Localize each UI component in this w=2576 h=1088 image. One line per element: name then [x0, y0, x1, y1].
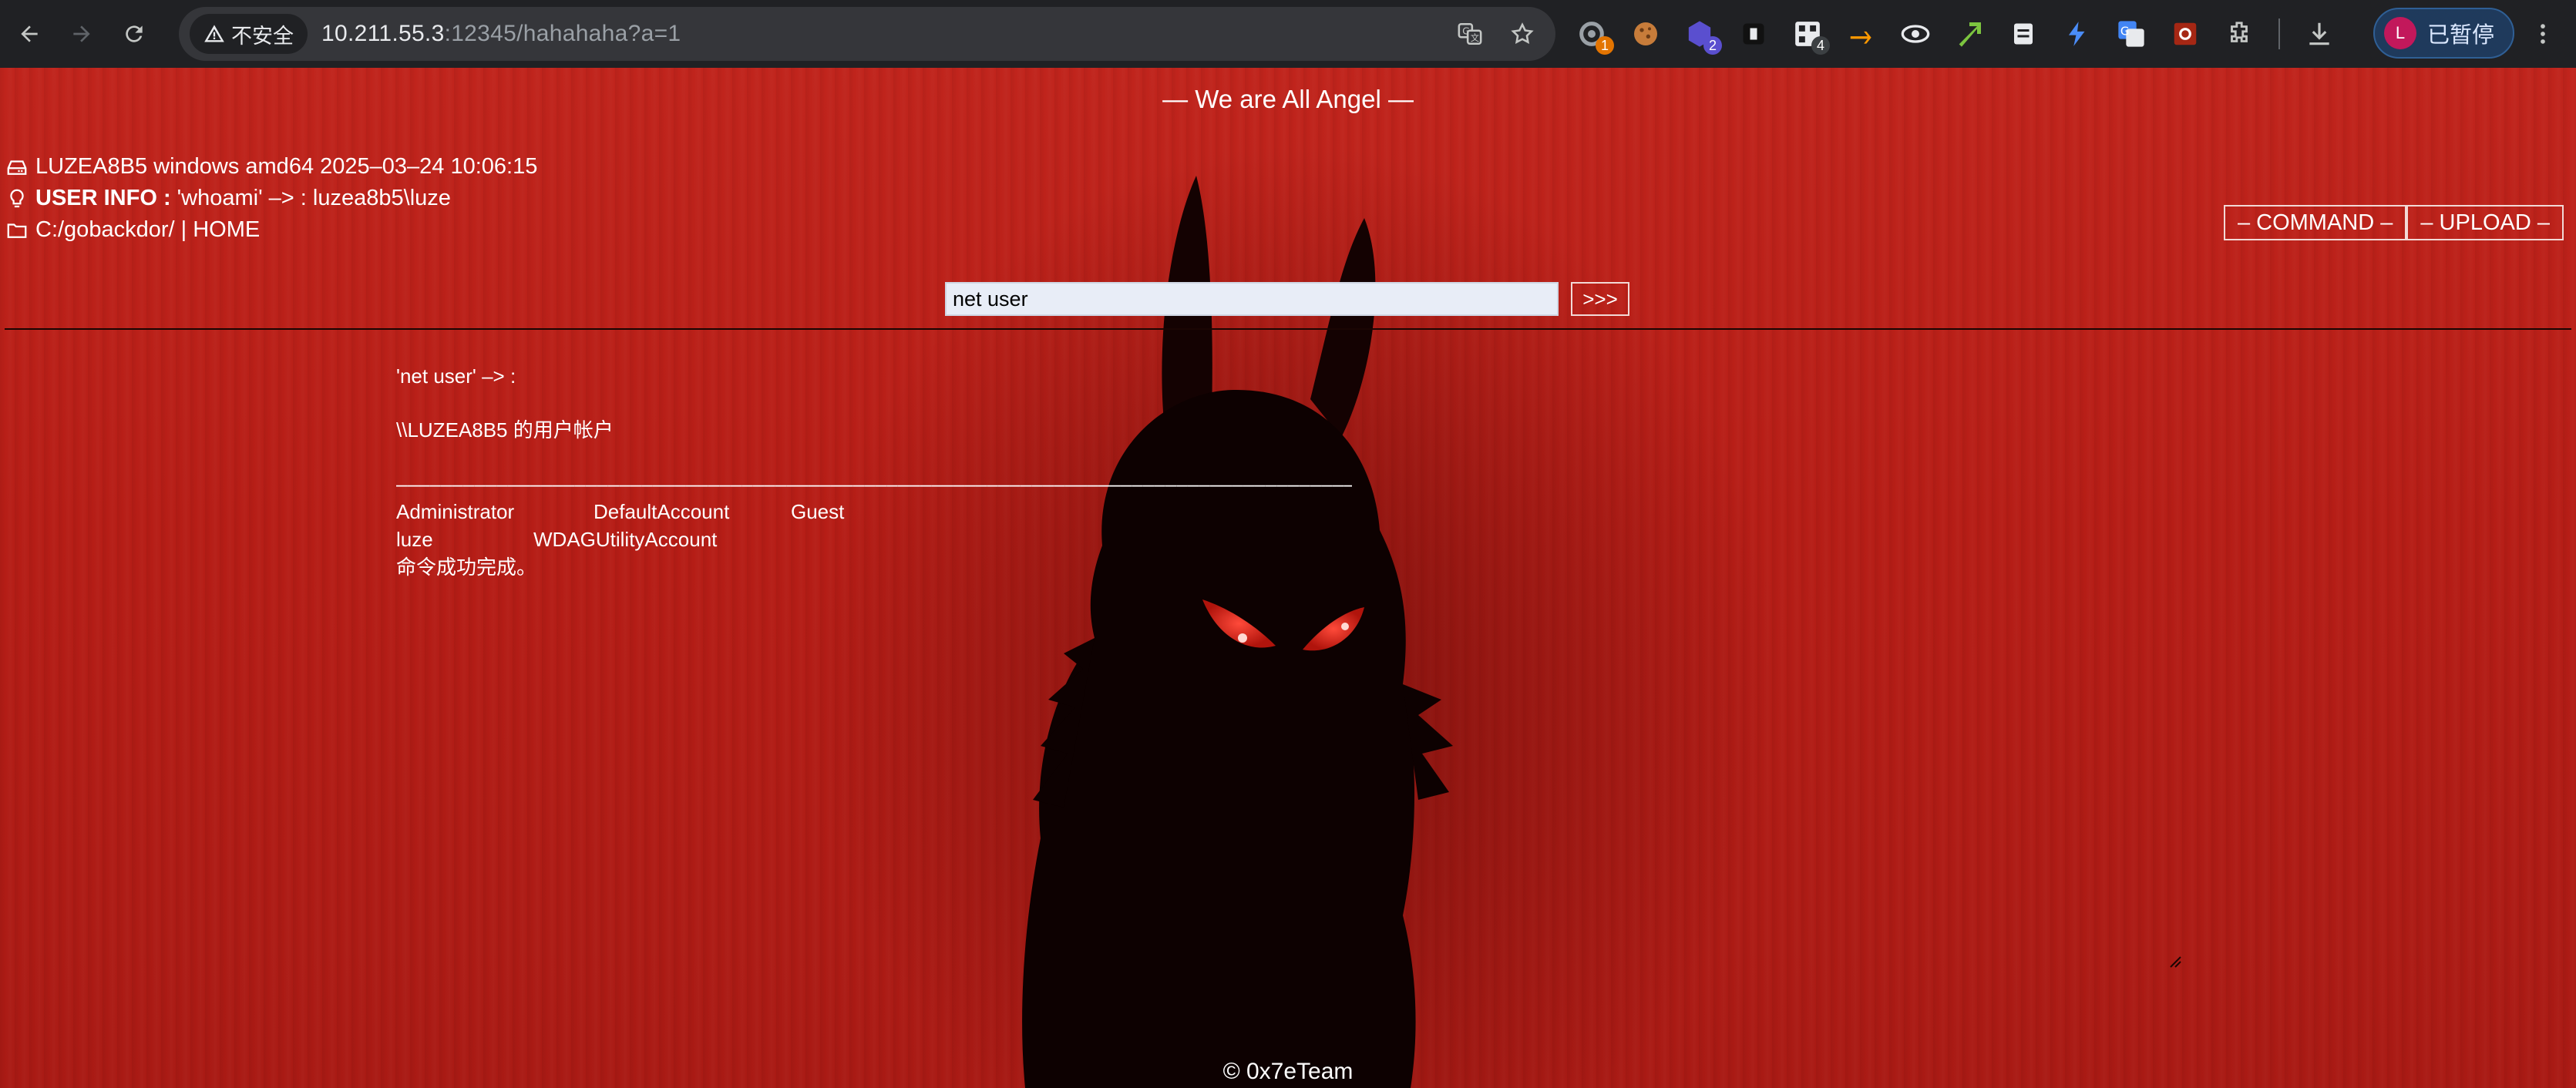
- svg-text:文: 文: [1471, 32, 1479, 43]
- profile-status-label: 已暂停: [2426, 23, 2494, 48]
- extension-badge: 2: [1703, 36, 1722, 55]
- user-info-line: USER INFO : 'whoami' –> : luzea8b5\luze: [5, 183, 537, 214]
- output-rule: ––––––––––––––––––––––––––––––––––––––––…: [396, 472, 1352, 495]
- browser-toolbar: 不安全 10.211.55.3:12345/hahahaha?a=1 G文 1 …: [0, 0, 2576, 68]
- extension-5[interactable]: 4: [1788, 15, 1830, 55]
- host-info-text: LUZEA8B5 windows amd64 2025–03–24 10:06:…: [35, 154, 538, 179]
- extension-6[interactable]: [1842, 15, 1881, 53]
- execute-button[interactable]: >>>: [1571, 282, 1629, 316]
- section-divider: [5, 328, 2571, 330]
- extension-green-arrow-icon: [1959, 22, 1981, 47]
- puzzle-icon: [2231, 22, 2248, 42]
- extension-1[interactable]: 1: [1572, 15, 1614, 55]
- output-cell: Administrator: [396, 500, 515, 523]
- output-cell: DefaultAccount: [594, 500, 730, 523]
- profile-button[interactable]: L 已暂停: [2373, 8, 2514, 59]
- system-info-panel: LUZEA8B5 windows amd64 2025–03–24 10:06:…: [5, 151, 537, 246]
- back-button[interactable]: [6, 11, 52, 57]
- svg-text:G: G: [2120, 25, 2130, 39]
- page-banner: — We are All Angel —: [1162, 85, 1414, 113]
- download-icon: [2309, 22, 2329, 45]
- output-blank-line: [396, 444, 2177, 470]
- arrow-left-icon: [21, 25, 38, 42]
- extension-badge: 1: [1596, 36, 1614, 55]
- copyright-footer: © 0x7eTeam: [1222, 1059, 1354, 1084]
- extension-11[interactable]: G: [2112, 15, 2151, 53]
- output-echo: 'net user' –> :: [396, 364, 516, 388]
- output-row: luze WDAGUtilityAccount: [396, 526, 2177, 553]
- translate-icon[interactable]: G文: [1454, 18, 1486, 50]
- lightbulb-icon: [5, 186, 29, 211]
- extension-square-icon: [1743, 23, 1764, 45]
- user-info-value: 'whoami' –> : luzea8b5\luze: [177, 186, 451, 210]
- extensions-bar: 1 2 4 G: [1572, 11, 2339, 57]
- extension-10[interactable]: [2058, 15, 2097, 53]
- extension-badge: 4: [1811, 36, 1830, 55]
- warning-icon: [204, 25, 224, 42]
- extension-bolt-icon: [2068, 22, 2085, 46]
- path-info-text[interactable]: C:/gobackdor/ | HOME: [35, 214, 260, 246]
- output-header: \\LUZEA8B5 的用户帐户: [396, 418, 614, 442]
- folder-icon: [5, 218, 29, 243]
- reload-icon: [126, 25, 143, 42]
- extension-7[interactable]: [1896, 15, 1935, 53]
- output-blank-line: [396, 390, 2177, 416]
- command-form: >>>: [945, 282, 1629, 316]
- downloads-button[interactable]: [2300, 15, 2339, 53]
- output-row: Administrator DefaultAccount Guest: [396, 498, 2177, 526]
- toolbar-separator: [2278, 18, 2280, 49]
- extension-9[interactable]: [2004, 15, 2043, 53]
- reload-button[interactable]: [111, 11, 157, 57]
- extension-doc-icon: [2014, 23, 2033, 45]
- browser-menu-button[interactable]: [2524, 11, 2562, 57]
- arrow-right-icon: [73, 25, 90, 42]
- security-label: 不安全: [231, 24, 294, 48]
- extension-2[interactable]: [1626, 15, 1665, 53]
- extension-cookie-icon: [1634, 22, 1657, 45]
- host-info-line: LUZEA8B5 windows amd64 2025–03–24 10:06:…: [5, 151, 537, 183]
- command-output-textarea[interactable]: 'net user' –> : \\LUZEA8B5 的用户帐户 –––––––…: [396, 362, 2177, 1040]
- output-cell: Guest: [791, 500, 845, 523]
- url-host: 10.211.55.3: [321, 21, 445, 46]
- extension-4[interactable]: [1734, 15, 1773, 53]
- url-path: :12345/hahahaha?a=1: [444, 21, 681, 46]
- security-indicator[interactable]: 不安全: [190, 14, 308, 54]
- extension-red-box-icon: [2174, 22, 2197, 45]
- extensions-menu-button[interactable]: [2220, 15, 2258, 53]
- extension-3[interactable]: 2: [1680, 15, 1722, 55]
- forward-button[interactable]: [59, 11, 105, 57]
- upload-tab-button[interactable]: – UPLOAD –: [2406, 205, 2564, 240]
- textarea-resize-handle-icon[interactable]: [2167, 954, 2181, 968]
- output-cell: luze: [396, 528, 433, 551]
- output-cell: [731, 526, 885, 553]
- output-footer: 命令成功完成。: [396, 556, 537, 579]
- output-cell: WDAGUtilityAccount: [533, 528, 718, 551]
- url-text[interactable]: 10.211.55.3:12345/hahahaha?a=1: [321, 21, 681, 47]
- webshell-page: — We are All Angel — LUZEA8B5 windows am…: [0, 68, 2576, 1088]
- extension-google-translate-icon: G: [2118, 21, 2144, 47]
- hard-drive-icon: [5, 155, 29, 180]
- path-info-line: C:/gobackdor/ | HOME: [5, 214, 537, 246]
- user-info-label: USER INFO :: [35, 186, 171, 210]
- command-tab-button[interactable]: – COMMAND –: [2223, 205, 2407, 240]
- more-vert-icon: [2541, 24, 2545, 44]
- extension-arrow-icon: [1850, 31, 1871, 44]
- extension-8[interactable]: [1950, 15, 1989, 53]
- mode-tabs: – COMMAND – – UPLOAD –: [2223, 205, 2564, 240]
- avatar: L: [2383, 17, 2416, 49]
- extension-12[interactable]: [2166, 15, 2204, 53]
- command-input[interactable]: [945, 282, 1559, 316]
- address-bar[interactable]: 不安全 10.211.55.3:12345/hahahaha?a=1 G文: [179, 7, 1555, 61]
- bookmark-star-icon[interactable]: [1506, 18, 1539, 50]
- extension-eye-icon: [1901, 25, 1930, 43]
